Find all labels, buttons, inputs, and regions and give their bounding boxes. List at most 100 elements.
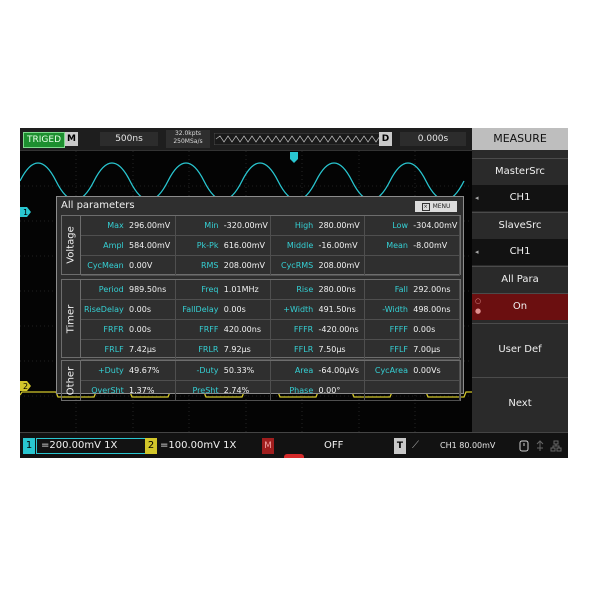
param-name: FRLR <box>198 345 219 354</box>
param-cell <box>365 256 460 276</box>
param-cell: +Duty 49.67% <box>81 361 176 381</box>
ch1-scale[interactable]: =200.00mV 1X <box>36 438 146 454</box>
param-cell: FRFF 420.00ns <box>175 320 271 340</box>
sample-info: 32.0kpts 250MSa/s <box>166 130 210 148</box>
bottom-status-bar: 1 =200.00mV 1X 2 =100.00mV 1X M OFF T ⟋ … <box>20 432 568 458</box>
network-icon <box>550 440 562 452</box>
delay-readout[interactable]: 0.000s <box>400 132 466 146</box>
param-value: -8.00mV <box>413 241 448 250</box>
param-name: RiseDelay <box>83 305 124 314</box>
param-value: -64.00µVs <box>318 366 360 375</box>
param-name: Area <box>294 366 314 375</box>
all-para-on-option[interactable]: ○ ● On <box>472 293 568 320</box>
param-value: 420.00ns <box>223 325 261 334</box>
timebase-readout[interactable]: 500ns <box>100 132 158 146</box>
param-value: 0.00s <box>413 325 436 334</box>
slave-source-button[interactable]: SlaveSrc <box>472 212 568 239</box>
param-cell: +Width 491.50ns <box>270 300 366 320</box>
param-cell: Low -304.00mV <box>365 216 460 236</box>
param-cell: FFLR 7.50µs <box>270 340 366 360</box>
param-cell: OverSht 1.37% <box>81 381 176 401</box>
param-name: Max <box>107 221 124 230</box>
param-name: Rise <box>296 285 314 294</box>
dialog-menu-button[interactable]: × MENU <box>415 201 457 212</box>
ch1-tag[interactable]: 1 <box>23 438 35 454</box>
param-value: 50.33% <box>223 366 255 375</box>
param-value: 1.01MHz <box>223 285 259 294</box>
param-name: -Duty <box>196 366 219 375</box>
mode-indicator: M <box>65 132 78 146</box>
next-button[interactable]: Next <box>472 377 568 430</box>
param-name: CycArea <box>374 366 408 375</box>
param-cell: CycMean 0.00V <box>81 256 176 276</box>
param-cell: FFLF 7.00µs <box>365 340 460 360</box>
param-cell: FRLR 7.92µs <box>175 340 271 360</box>
param-cell: FRLF 7.42µs <box>81 340 176 360</box>
ch2-scale[interactable]: =100.00mV 1X <box>160 438 260 454</box>
section-label-voltage: Voltage <box>65 226 77 264</box>
red-indicator-icon <box>284 454 304 458</box>
param-cell: Rise 280.00ns <box>270 280 366 300</box>
slave-source-value[interactable]: ◂ CH1 <box>472 239 568 265</box>
param-value: 7.00µs <box>413 345 441 354</box>
usb-icon <box>519 440 529 452</box>
radio-icon: ○ ● <box>475 297 482 315</box>
param-cell: CycArea 0.00Vs <box>365 361 460 381</box>
master-source-value[interactable]: ◂ CH1 <box>472 185 568 211</box>
param-cell: PreSht 2.74% <box>175 381 271 401</box>
timer-section: Timer Period 989.50ns Freq 1.01MHz Rise 280.0… <box>61 279 461 360</box>
param-value: 584.00mV <box>129 241 171 250</box>
param-name: RMS <box>200 261 219 270</box>
param-name: Mean <box>386 241 408 250</box>
other-section: Other +Duty 49.67% -Duty 50.33% Area -64.00µV… <box>61 360 461 401</box>
param-name: Low <box>392 221 408 230</box>
param-value: 491.50ns <box>318 305 356 314</box>
param-name: FFLF <box>389 345 408 354</box>
param-name: FallDelay <box>182 305 219 314</box>
trigger-level[interactable]: CH1 80.00mV <box>440 438 510 454</box>
memory-overview-icon <box>214 133 384 145</box>
param-cell: High 280.00mV <box>270 216 366 236</box>
all-para-button[interactable]: All Para <box>472 266 568 293</box>
param-cell: FFFF 0.00s <box>365 320 460 340</box>
param-cell: Mean -8.00mV <box>365 236 460 256</box>
ch2-marker: 2 <box>20 381 31 391</box>
math-tag[interactable]: M <box>262 438 274 454</box>
section-label-timer: Timer <box>65 304 77 333</box>
svg-text:2: 2 <box>23 382 28 391</box>
ch1-trace <box>20 162 465 201</box>
param-name: Ampl <box>103 241 124 250</box>
param-value: 498.00ns <box>413 305 451 314</box>
param-value: 1.37% <box>129 386 155 395</box>
voltage-section: Voltage Max 296.00mV Min -320.00mV High 280.0… <box>61 215 461 276</box>
param-name: FFFF <box>389 325 408 334</box>
param-name: Min <box>204 221 219 230</box>
param-value: 208.00mV <box>223 261 266 270</box>
param-name: +Width <box>283 305 314 314</box>
param-name: CycMean <box>87 261 124 270</box>
oscilloscope-screen: TRIGED M 500ns 32.0kpts 250MSa/s D 0.000… <box>20 128 568 458</box>
param-value: 2.74% <box>223 386 250 395</box>
ch2-tag[interactable]: 2 <box>145 438 157 454</box>
trigger-position-icon <box>290 152 298 163</box>
sample-rate: 250MSa/s <box>173 138 203 145</box>
master-source-button[interactable]: MasterSrc <box>472 158 568 185</box>
other-grid: +Duty 49.67% -Duty 50.33% Area -64.00µVs CycAr… <box>81 361 460 401</box>
rising-edge-icon: ⟋ <box>412 440 419 451</box>
user-def-button[interactable]: User Def <box>472 323 568 376</box>
close-icon[interactable]: × <box>421 202 430 211</box>
param-cell: Middle -16.00mV <box>270 236 366 256</box>
param-name: Period <box>98 285 124 294</box>
ch1-marker: 1 <box>20 207 31 217</box>
param-value: 616.00mV <box>223 241 266 250</box>
param-value: 280.00mV <box>318 221 360 230</box>
param-name: Middle <box>286 241 314 250</box>
param-name: +Duty <box>97 366 124 375</box>
memory-depth: 32.0kpts <box>174 130 202 137</box>
param-name: FFFR <box>293 325 314 334</box>
param-value: -16.00mV <box>318 241 358 250</box>
param-cell: Freq 1.01MHz <box>175 280 271 300</box>
param-name: FFLR <box>294 345 314 354</box>
param-cell <box>365 381 460 401</box>
trigger-tag[interactable]: T <box>394 438 406 454</box>
